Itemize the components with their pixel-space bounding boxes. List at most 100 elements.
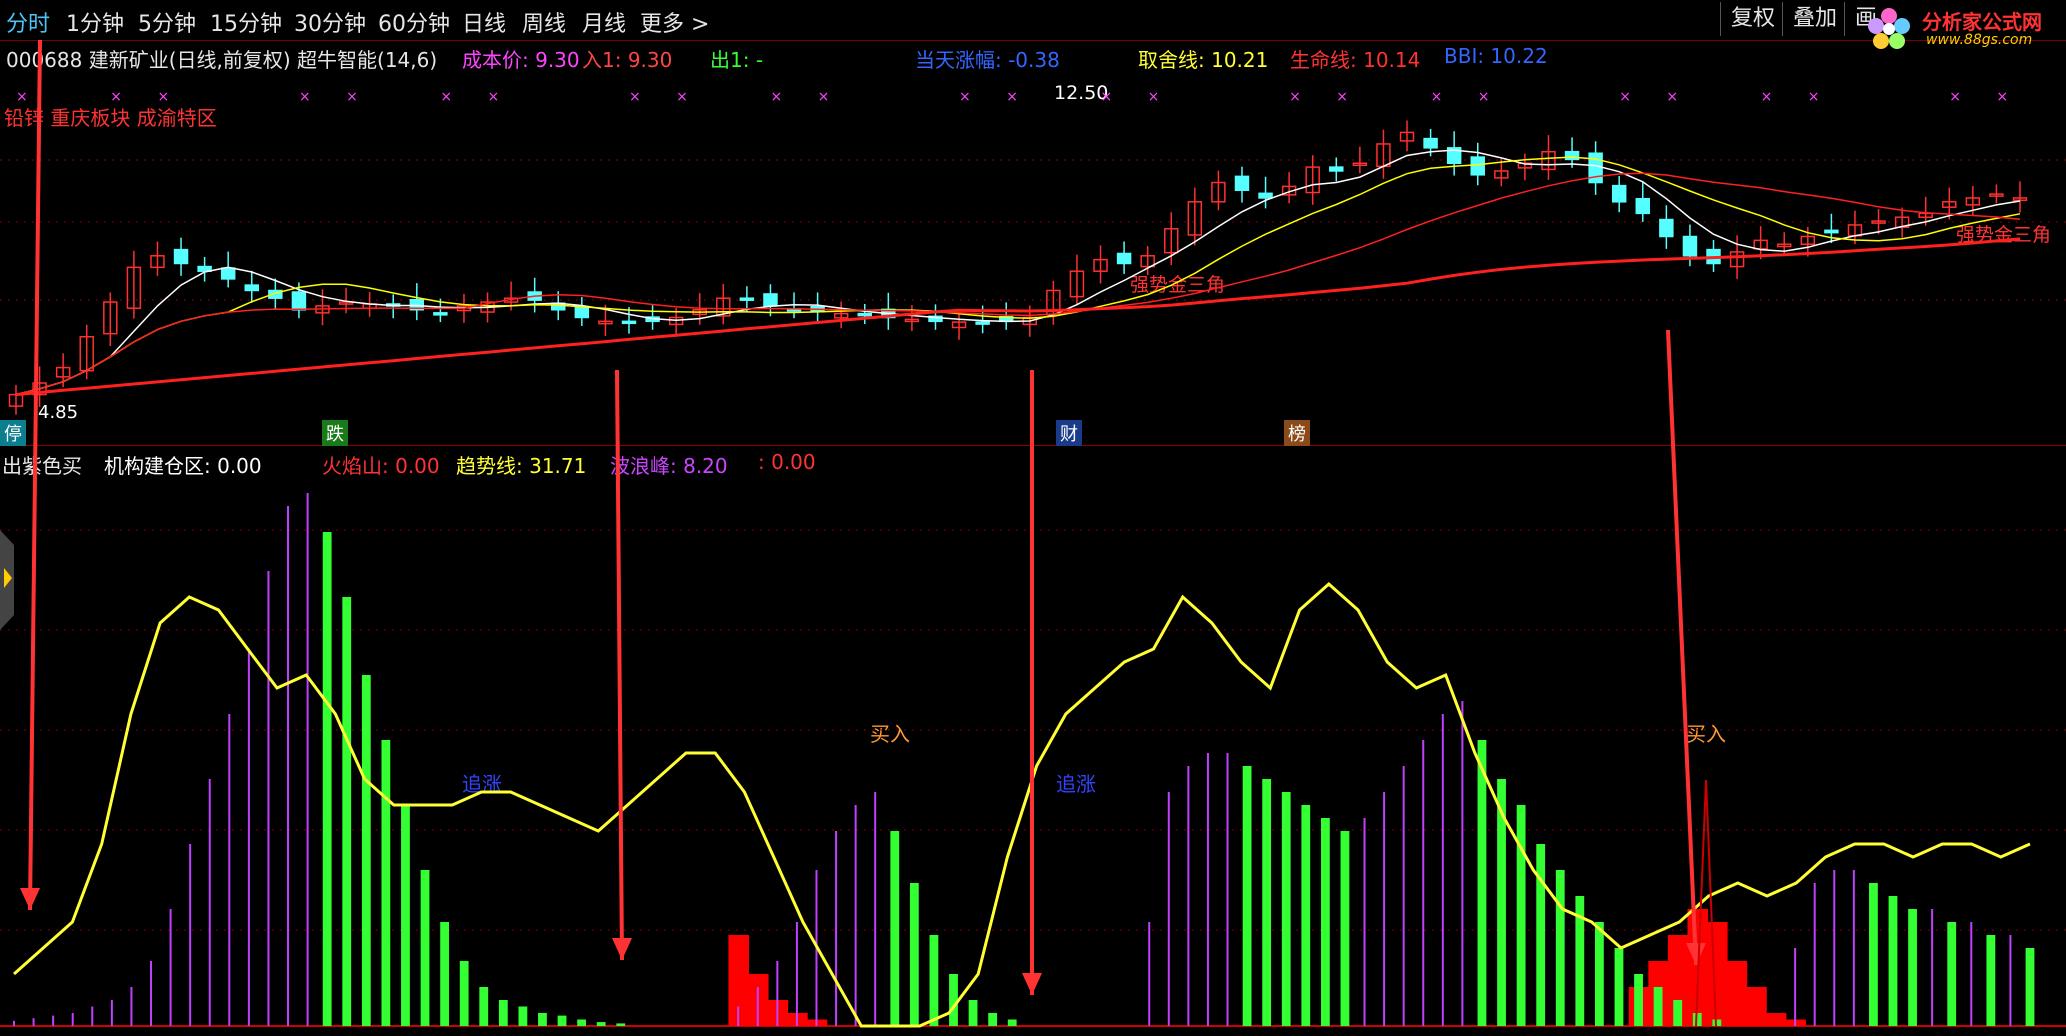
- arrow-head: [20, 888, 40, 910]
- signal-marker: ×: [440, 89, 452, 105]
- wave-bar: [2025, 948, 2035, 1026]
- signal-marker: ×: [1289, 89, 1301, 105]
- wave-bar: [401, 805, 410, 1026]
- wave-bar: [890, 831, 900, 1026]
- wave-bar: [440, 922, 450, 1026]
- signal-marker: ×: [346, 89, 358, 105]
- signal-marker: ×: [818, 89, 830, 105]
- candle-body: [1564, 150, 1580, 161]
- wave-bar: [835, 831, 838, 1026]
- wave-bar: [361, 675, 371, 1026]
- wave-bar: [1634, 974, 1643, 1026]
- wave-bar: [577, 1019, 587, 1026]
- wave-bar: [1301, 805, 1311, 1026]
- candle-body: [621, 320, 637, 325]
- wave-bar: [322, 532, 332, 1026]
- signal-marker: ×: [1619, 89, 1631, 105]
- wave-bar: [1262, 779, 1272, 1026]
- wave-bar: [1167, 792, 1170, 1026]
- wave-bar: [420, 870, 430, 1026]
- wave-bar: [13, 1020, 15, 1026]
- wave-bar: [557, 1015, 567, 1026]
- signal-marker: ×: [959, 89, 971, 105]
- wave-bar: [2009, 935, 2012, 1026]
- candle-body: [1682, 235, 1698, 257]
- candle-body: [244, 284, 259, 292]
- wave-bar: [616, 1023, 626, 1026]
- wave-bar: [854, 805, 857, 1026]
- wave-bar: [929, 935, 939, 1026]
- wave-bar: [776, 961, 779, 1026]
- arrow-head: [612, 938, 632, 960]
- wave-bar: [1363, 818, 1366, 1026]
- wave-bar: [1242, 766, 1252, 1026]
- wave-bar: [596, 1022, 606, 1026]
- wave-bar: [342, 597, 352, 1026]
- wave-bar: [1206, 753, 1209, 1026]
- candle-body: [574, 305, 590, 319]
- wave-bar: [1555, 870, 1565, 1026]
- signal-marker: ×: [1006, 89, 1018, 105]
- candle-body: [173, 248, 189, 265]
- signal-marker: ×: [16, 89, 28, 105]
- wave-bar: [1970, 922, 1973, 1026]
- signal-marker: ×: [1101, 89, 1113, 105]
- wave-bar: [1888, 896, 1898, 1026]
- signal-marker: ×: [299, 89, 311, 105]
- candle-body: [1423, 137, 1438, 149]
- candle-body: [1470, 156, 1485, 176]
- signal-marker: ×: [770, 89, 782, 105]
- wave-bar: [1833, 870, 1836, 1026]
- signal-marker: ×: [1431, 89, 1443, 105]
- wave-bar: [1947, 922, 1957, 1026]
- annotation-arrow: [615, 369, 624, 961]
- wave-bar: [1869, 883, 1878, 1026]
- wave-bar: [479, 987, 489, 1026]
- signal-marker: ×: [629, 89, 641, 105]
- annotation-arrow: [28, 39, 42, 911]
- wave-bar: [1007, 1019, 1017, 1026]
- wave-bar: [228, 714, 231, 1026]
- candle-body: [857, 312, 872, 317]
- wave-bar: [1340, 831, 1350, 1026]
- ma5-line: [15, 149, 2021, 396]
- candle-body: [1611, 184, 1627, 203]
- wave-bar: [1653, 987, 1663, 1026]
- candle-body: [763, 293, 778, 307]
- candle-body: [975, 321, 990, 325]
- wave-bar: [737, 1006, 740, 1026]
- signal-marker: ×: [1666, 89, 1678, 105]
- annotation-arrow: [1666, 329, 1698, 966]
- ma20-line: [15, 172, 2021, 396]
- flame-bar: [1726, 961, 1748, 1026]
- wave-bar: [1594, 922, 1604, 1026]
- wave-bar: [909, 883, 919, 1026]
- signal-marker: ×: [110, 89, 122, 105]
- wave-bar: [518, 1006, 528, 1026]
- wave-bar: [247, 649, 250, 1026]
- wave-bar: [459, 961, 469, 1026]
- wave-bar: [1536, 844, 1546, 1026]
- candle-body: [291, 291, 307, 311]
- wave-bar: [130, 987, 133, 1026]
- wave-bar: [1908, 909, 1917, 1026]
- signal-marker: ×: [1148, 89, 1160, 105]
- wave-bar: [71, 1013, 74, 1026]
- signal-marker: ×: [157, 89, 169, 105]
- wave-bar: [1383, 792, 1386, 1026]
- stock-chart-svg: × × × × × × × × × × × × × × × × × × × × × × × × ×: [0, 39, 2066, 1028]
- wave-bar: [1614, 948, 1624, 1026]
- wave-bar: [32, 1018, 35, 1026]
- signal-marker: ×: [676, 89, 688, 105]
- signal-marker: ×: [1336, 89, 1348, 105]
- wave-bar: [1148, 922, 1151, 1026]
- wave-bar: [949, 974, 958, 1026]
- wave-bar: [1516, 805, 1526, 1026]
- candle-body: [1659, 218, 1674, 238]
- wave-bar: [287, 506, 290, 1026]
- wave-bar: [208, 779, 211, 1026]
- wave-bar: [988, 1013, 998, 1026]
- wave-bar: [110, 1000, 113, 1026]
- wave-bar: [381, 740, 391, 1026]
- wave-bar: [1441, 714, 1444, 1026]
